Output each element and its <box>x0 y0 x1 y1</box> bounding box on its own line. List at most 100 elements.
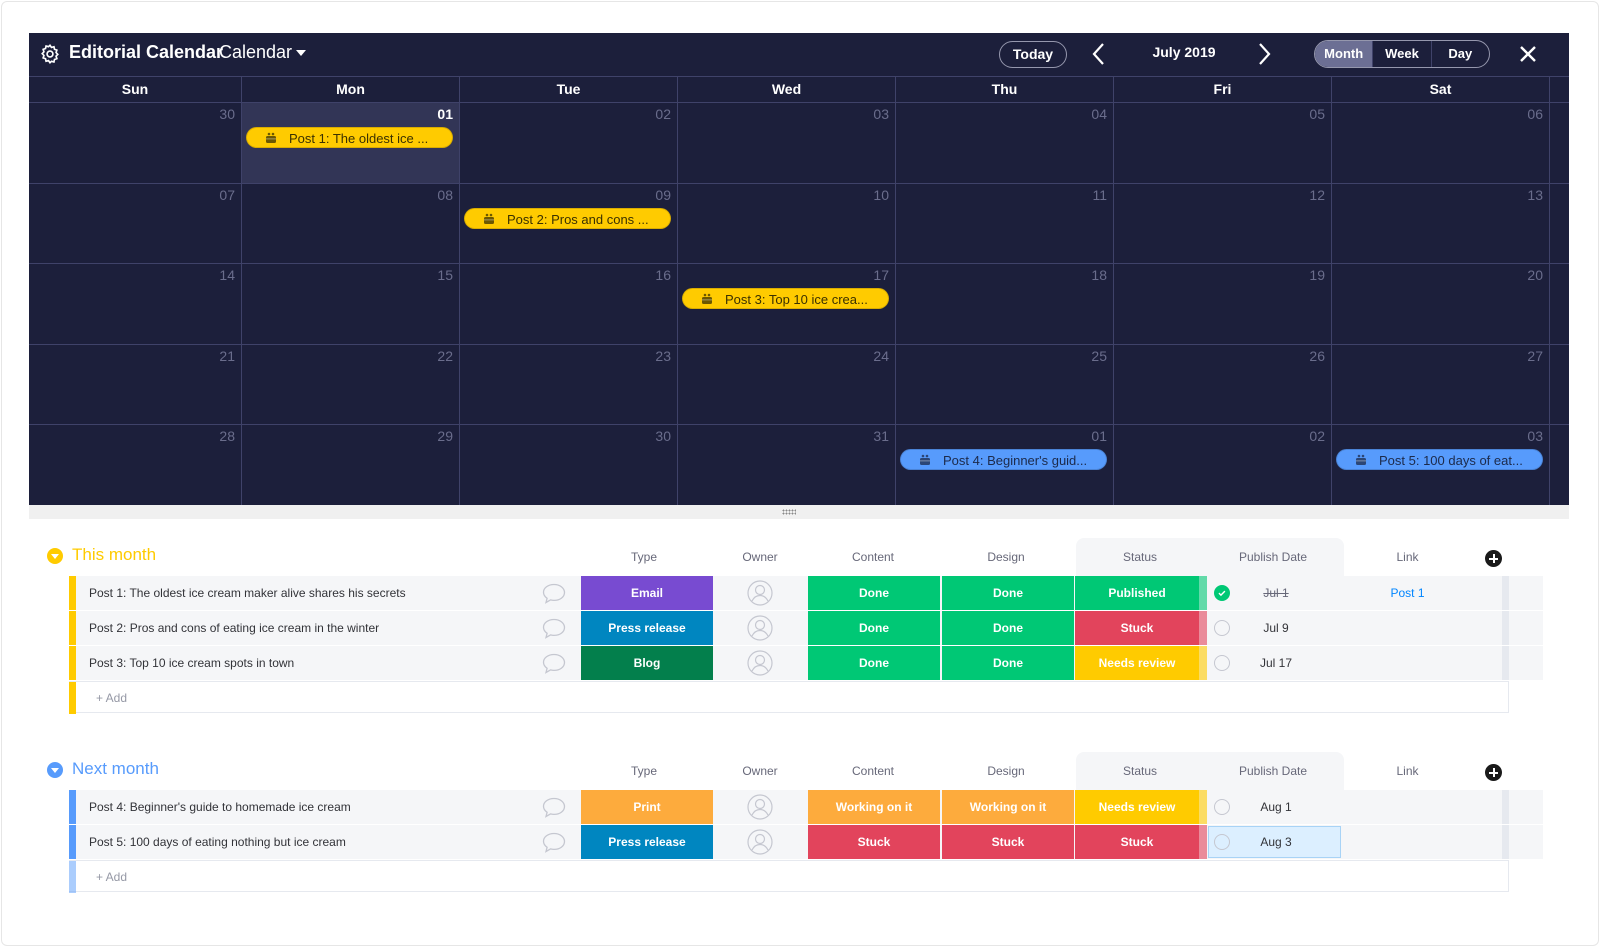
table-row[interactable]: Post 4: Beginner's guide to homemade ice… <box>69 790 1543 824</box>
calendar-day[interactable]: 20 <box>1332 264 1550 344</box>
comment-bubble-icon[interactable] <box>542 618 566 639</box>
view-month-button[interactable]: Month <box>1315 41 1373 67</box>
calendar-day[interactable]: 14 <box>29 264 242 344</box>
calendar-day[interactable]: 19 <box>1114 264 1332 344</box>
chevron-right-icon[interactable] <box>1252 41 1276 67</box>
calendar-event[interactable]: Post 4: Beginner's guid... <box>900 449 1107 471</box>
calendar-day[interactable]: 06 <box>1332 103 1550 183</box>
type-cell[interactable]: Email <box>581 576 713 610</box>
add-item-label[interactable]: + Add <box>96 691 127 705</box>
type-cell[interactable]: Press release <box>581 611 713 645</box>
design-status-cell[interactable]: Working on it <box>942 790 1074 824</box>
column-header-type[interactable]: Type <box>578 550 710 564</box>
group-collapse-icon[interactable] <box>47 762 63 778</box>
item-name[interactable]: Post 1: The oldest ice cream maker alive… <box>89 586 406 600</box>
status-cell[interactable]: Needs review <box>1075 790 1199 824</box>
calendar-day[interactable]: 22 <box>242 344 460 425</box>
calendar-day[interactable]: 03 <box>678 103 896 183</box>
calendar-day[interactable]: 13 <box>1332 183 1550 264</box>
column-header-status[interactable]: Status <box>1075 550 1205 564</box>
comment-bubble-icon[interactable] <box>542 832 566 853</box>
type-cell[interactable]: Print <box>581 790 713 824</box>
calendar-day[interactable]: 11 <box>896 183 1114 264</box>
status-cell[interactable]: Stuck <box>1075 825 1199 859</box>
close-icon[interactable] <box>1517 43 1539 65</box>
group-title[interactable]: Next month <box>72 759 159 779</box>
calendar-day[interactable]: 10 <box>678 183 896 264</box>
content-status-cell[interactable]: Stuck <box>808 825 940 859</box>
column-header-link[interactable]: Link <box>1342 550 1473 564</box>
design-status-cell[interactable]: Done <box>942 611 1074 645</box>
item-name[interactable]: Post 5: 100 days of eating nothing but i… <box>89 835 346 849</box>
table-row[interactable]: Post 3: Top 10 ice cream spots in town Bl… <box>69 646 1543 680</box>
item-name[interactable]: Post 2: Pros and cons of eating ice crea… <box>89 621 379 635</box>
view-name[interactable]: Calendar <box>219 42 292 63</box>
calendar-day[interactable]: 24 <box>678 344 896 425</box>
link-cell[interactable]: Post 1 <box>1342 576 1473 610</box>
chevron-left-icon[interactable] <box>1087 41 1111 67</box>
calendar-day[interactable]: 30 <box>460 425 678 505</box>
publish-date[interactable]: Jul 9 <box>1241 611 1311 645</box>
comment-bubble-icon[interactable] <box>542 583 566 604</box>
link-cell[interactable] <box>1342 825 1473 859</box>
link-cell[interactable] <box>1342 611 1473 645</box>
column-header-design[interactable]: Design <box>940 764 1072 778</box>
content-status-cell[interactable]: Done <box>808 611 940 645</box>
calendar-day[interactable]: 09 Post 2: Pros and cons ... <box>460 183 678 264</box>
column-header-publish-date[interactable]: Publish Date <box>1208 764 1338 778</box>
calendar-day[interactable]: 04 <box>896 103 1114 183</box>
table-row[interactable]: Post 5: 100 days of eating nothing but i… <box>69 825 1543 859</box>
design-status-cell[interactable]: Done <box>942 576 1074 610</box>
content-status-cell[interactable]: Working on it <box>808 790 940 824</box>
calendar-day[interactable]: 02 <box>460 103 678 183</box>
calendar-day[interactable]: 23 <box>460 344 678 425</box>
empty-circle-icon[interactable] <box>1214 620 1230 636</box>
column-header-content[interactable]: Content <box>807 764 939 778</box>
caret-down-icon[interactable] <box>296 50 306 56</box>
column-header-type[interactable]: Type <box>578 764 710 778</box>
empty-circle-icon[interactable] <box>1214 799 1230 815</box>
calendar-day[interactable]: 26 <box>1114 344 1332 425</box>
comment-bubble-icon[interactable] <box>542 653 566 674</box>
calendar-day[interactable]: 31 <box>678 425 896 505</box>
calendar-day[interactable]: 30 <box>29 103 242 183</box>
column-header-design[interactable]: Design <box>940 550 1072 564</box>
calendar-day[interactable]: 17 Post 3: Top 10 ice crea... <box>678 264 896 344</box>
calendar-day[interactable]: 27 <box>1332 344 1550 425</box>
column-header-owner[interactable]: Owner <box>740 764 780 778</box>
calendar-day[interactable]: 28 <box>29 425 242 505</box>
table-row[interactable]: Post 2: Pros and cons of eating ice crea… <box>69 611 1543 645</box>
link-cell[interactable] <box>1342 646 1473 680</box>
content-status-cell[interactable]: Done <box>808 576 940 610</box>
publish-date[interactable]: Aug 3 <box>1241 825 1311 859</box>
resize-splitter[interactable] <box>29 505 1569 519</box>
add-item-row[interactable]: + Add <box>69 681 1509 714</box>
item-name[interactable]: Post 4: Beginner's guide to homemade ice… <box>89 800 351 814</box>
owner-avatar-icon[interactable] <box>745 794 775 820</box>
calendar-day[interactable]: 12 <box>1114 183 1332 264</box>
calendar-day[interactable]: 29 <box>242 425 460 505</box>
column-header-owner[interactable]: Owner <box>740 550 780 564</box>
link-cell[interactable] <box>1342 790 1473 824</box>
calendar-day[interactable]: 21 <box>29 344 242 425</box>
owner-avatar-icon[interactable] <box>745 650 775 676</box>
calendar-day[interactable]: 07 <box>29 183 242 264</box>
drag-handle-icon[interactable] <box>782 509 796 515</box>
add-column-icon[interactable] <box>1485 764 1502 781</box>
calendar-day[interactable]: 18 <box>896 264 1114 344</box>
calendar-day[interactable]: 08 <box>242 183 460 264</box>
empty-circle-icon[interactable] <box>1214 834 1230 850</box>
calendar-day[interactable]: 02 <box>1114 425 1332 505</box>
calendar-day[interactable]: 25 <box>896 344 1114 425</box>
type-cell[interactable]: Blog <box>581 646 713 680</box>
publish-date[interactable]: Jul 17 <box>1241 646 1311 680</box>
status-cell[interactable]: Needs review <box>1075 646 1199 680</box>
calendar-event[interactable]: Post 1: The oldest ice ... <box>246 127 453 148</box>
comment-bubble-icon[interactable] <box>542 797 566 818</box>
empty-circle-icon[interactable] <box>1214 655 1230 671</box>
group-collapse-icon[interactable] <box>47 548 63 564</box>
column-header-link[interactable]: Link <box>1342 764 1473 778</box>
status-cell[interactable]: Stuck <box>1075 611 1199 645</box>
status-cell[interactable]: Published <box>1075 576 1199 610</box>
add-item-row[interactable]: + Add <box>69 860 1509 893</box>
